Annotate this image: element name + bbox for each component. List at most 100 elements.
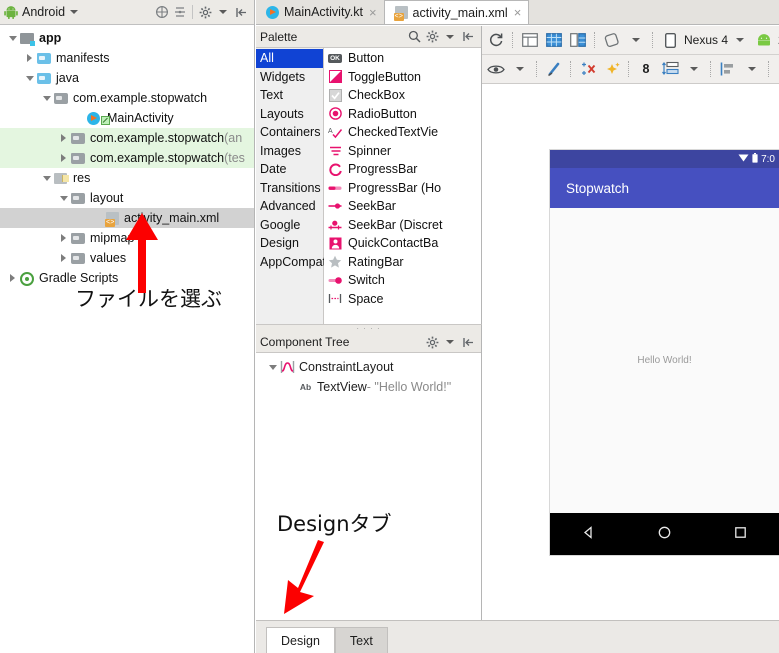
palette-category-widgets[interactable]: Widgets xyxy=(256,68,323,87)
refresh-icon[interactable] xyxy=(484,29,508,51)
project-tree[interactable]: app manifests java com.example.stopwatch Mai… xyxy=(0,25,254,288)
tree-twisty-icon[interactable] xyxy=(57,152,70,165)
palette-item-seekbar-discret[interactable]: SeekBar (Discret xyxy=(324,216,481,235)
blueprint-view-icon[interactable] xyxy=(542,29,566,51)
palette-category-google[interactable]: Google xyxy=(256,216,323,235)
palette-item-seekbar[interactable]: SeekBar xyxy=(324,197,481,216)
tree-twisty-icon[interactable] xyxy=(6,272,19,285)
chevron-down-icon[interactable] xyxy=(508,58,532,80)
panel-resize-grip[interactable]: · · · · xyxy=(256,324,481,332)
palette-item-spinner[interactable]: Spinner xyxy=(324,142,481,161)
editor-tab-mainactivity-kt[interactable]: MainActivity.kt × xyxy=(256,0,384,24)
bottom-tab-text[interactable]: Text xyxy=(334,627,388,653)
chevron-down-icon[interactable] xyxy=(682,58,706,80)
tree-node-com-example-stopwatch[interactable]: com.example.stopwatch (tes xyxy=(0,148,254,168)
tree-node-layout[interactable]: layout xyxy=(0,188,254,208)
collapse-all-icon[interactable] xyxy=(153,3,171,21)
search-icon[interactable] xyxy=(405,28,423,46)
tree-node-values[interactable]: values xyxy=(0,248,254,268)
palette-item-switch[interactable]: Switch xyxy=(324,271,481,290)
editor-tab-activity-main-xml[interactable]: activity_main.xml × xyxy=(383,0,530,24)
visibility-icon[interactable] xyxy=(484,58,508,80)
palette-item-progressbar-ho[interactable]: ProgressBar (Ho xyxy=(324,179,481,198)
palette-category-layouts[interactable]: Layouts xyxy=(256,105,323,124)
chevron-down-icon[interactable] xyxy=(441,28,459,46)
default-margin-value[interactable]: 8 xyxy=(634,58,658,80)
tree-twisty-icon[interactable] xyxy=(40,172,53,185)
palette-category-list[interactable]: All Widgets Text Layouts Containers Images Dat… xyxy=(256,48,326,324)
palette-category-containers[interactable]: Containers xyxy=(256,123,323,142)
palette-item-togglebutton[interactable]: ToggleButton xyxy=(324,68,481,87)
tree-node-manifests[interactable]: manifests xyxy=(0,48,254,68)
palette-item-quickcontactba[interactable]: QuickContactBa xyxy=(324,234,481,253)
tree-twisty-icon[interactable] xyxy=(57,232,70,245)
palette-category-images[interactable]: Images xyxy=(256,142,323,161)
close-icon[interactable]: × xyxy=(514,6,522,19)
tree-twisty-icon[interactable] xyxy=(74,112,87,125)
recents-icon[interactable] xyxy=(733,525,748,543)
tree-twisty-icon[interactable] xyxy=(284,381,297,394)
design-canvas[interactable]: 7:0 Stopwatch Hello World! xyxy=(483,84,779,620)
palette-category-all[interactable]: All xyxy=(256,49,323,68)
gear-icon[interactable] xyxy=(196,3,214,21)
chevron-down-icon[interactable] xyxy=(214,3,232,21)
design-view-icon[interactable] xyxy=(518,29,542,51)
component-tree-row-constraintlayout[interactable]: ConstraintLayout xyxy=(256,357,481,377)
palette-item-button[interactable]: OK Button xyxy=(324,49,481,68)
clear-constraints-icon[interactable] xyxy=(576,58,600,80)
autoconnect-icon[interactable] xyxy=(542,58,566,80)
guidelines-icon[interactable] xyxy=(774,58,779,80)
palette-category-text[interactable]: Text xyxy=(256,86,323,105)
device-content-area[interactable]: Hello World! xyxy=(550,208,779,513)
hide-panel-icon[interactable] xyxy=(459,28,477,46)
component-tree-row-textview[interactable]: Ab TextView - "Hello World!" xyxy=(256,377,481,397)
infer-constraints-icon[interactable] xyxy=(600,58,624,80)
orientation-icon[interactable] xyxy=(600,29,624,51)
palette-category-design[interactable]: Design xyxy=(256,234,323,253)
tree-node-com-example-stopwatch[interactable]: com.example.stopwatch xyxy=(0,88,254,108)
tree-node-mipmap[interactable]: mipmap xyxy=(0,228,254,248)
palette-category-date[interactable]: Date xyxy=(256,160,323,179)
device-preview[interactable]: 7:0 Stopwatch Hello World! xyxy=(550,150,779,555)
tree-node-java[interactable]: java xyxy=(0,68,254,88)
pack-icon[interactable] xyxy=(658,58,682,80)
chevron-down-icon[interactable] xyxy=(740,58,764,80)
tree-twisty-icon[interactable] xyxy=(266,361,279,374)
tree-twisty-icon[interactable] xyxy=(6,32,19,45)
component-tree-rows[interactable]: ConstraintLayout Ab TextView - "Hello Worl… xyxy=(256,353,481,397)
palette-item-progressbar[interactable]: ProgressBar xyxy=(324,160,481,179)
tree-twisty-icon[interactable] xyxy=(57,252,70,265)
chevron-down-icon[interactable] xyxy=(65,3,83,21)
palette-category-transitions[interactable]: Transitions xyxy=(256,179,323,198)
palette-category-appcompat[interactable]: AppCompat xyxy=(256,253,326,272)
close-icon[interactable]: × xyxy=(369,6,377,19)
tree-node-res[interactable]: res xyxy=(0,168,254,188)
chevron-down-icon[interactable] xyxy=(728,29,752,51)
palette-item-ratingbar[interactable]: RatingBar xyxy=(324,253,481,272)
tree-node-app[interactable]: app xyxy=(0,28,254,48)
tree-node-activity-main-xml[interactable]: activity_main.xml xyxy=(0,208,254,228)
gear-icon[interactable] xyxy=(423,333,441,351)
hello-world-textview[interactable]: Hello World! xyxy=(637,355,691,366)
palette-item-radiobutton[interactable]: RadioButton xyxy=(324,105,481,124)
chevron-down-icon[interactable] xyxy=(624,29,648,51)
tree-twisty-icon[interactable] xyxy=(57,192,70,205)
tree-twisty-icon[interactable] xyxy=(23,72,36,85)
palette-category-advanced[interactable]: Advanced xyxy=(256,197,323,216)
palette-item-checkedtextvie[interactable]: A CheckedTextVie xyxy=(324,123,481,142)
tree-twisty-icon[interactable] xyxy=(57,132,70,145)
tree-twisty-icon[interactable] xyxy=(23,52,36,65)
back-icon[interactable] xyxy=(581,525,596,543)
expand-all-icon[interactable] xyxy=(171,3,189,21)
tree-node-mainactivity[interactable]: MainActivity xyxy=(0,108,254,128)
palette-item-list[interactable]: OK Button ToggleButton CheckBox RadioButton A… xyxy=(324,48,481,324)
tree-twisty-icon[interactable] xyxy=(40,92,53,105)
chevron-down-icon[interactable] xyxy=(441,333,459,351)
tree-node-com-example-stopwatch[interactable]: com.example.stopwatch (an xyxy=(0,128,254,148)
hide-panel-icon[interactable] xyxy=(232,3,250,21)
bottom-tab-design[interactable]: Design xyxy=(266,627,335,653)
hide-panel-icon[interactable] xyxy=(459,333,477,351)
gear-icon[interactable] xyxy=(423,28,441,46)
palette-item-checkbox[interactable]: CheckBox xyxy=(324,86,481,105)
split-view-icon[interactable] xyxy=(566,29,590,51)
